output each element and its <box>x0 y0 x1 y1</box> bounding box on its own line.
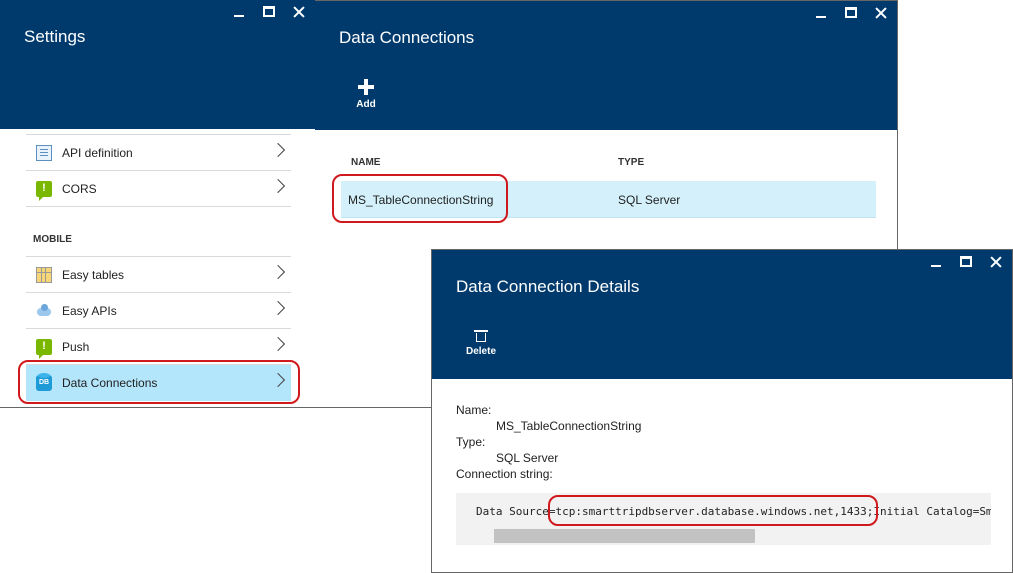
menu-item-easy-apis[interactable]: Easy APIs <box>26 293 291 329</box>
chevron-right-icon <box>270 336 286 352</box>
menu-item-label: Data Connections <box>62 376 158 390</box>
connection-name: MS_TableConnectionString <box>348 193 494 207</box>
api-definition-icon <box>36 145 52 161</box>
data-connection-details-blade: Data Connection Details Delete Name: MS_… <box>431 249 1013 573</box>
maximize-icon[interactable] <box>261 4 277 20</box>
cors-icon <box>36 181 52 201</box>
close-icon[interactable] <box>291 4 307 20</box>
details-header: Data Connection Details Delete <box>432 250 1012 379</box>
name-value: MS_TableConnectionString <box>496 419 642 433</box>
connections-header: Data Connections Add <box>315 1 897 130</box>
menu-item-push[interactable]: Push <box>26 329 291 365</box>
connection-type: SQL Server <box>618 193 681 207</box>
chevron-right-icon <box>270 264 286 280</box>
settings-blade: Settings API definition CORS MOBILE Easy… <box>0 0 316 408</box>
database-icon <box>36 373 52 391</box>
name-label: Name: <box>456 403 492 417</box>
menu-item-label: API definition <box>62 146 133 160</box>
section-header-mobile: MOBILE <box>26 207 291 257</box>
settings-menu: API definition CORS MOBILE Easy tables E… <box>26 134 291 401</box>
minimize-icon[interactable] <box>813 5 829 21</box>
add-button[interactable]: Add <box>341 79 391 110</box>
column-header-name[interactable]: NAME <box>351 157 380 168</box>
easy-apis-icon <box>36 303 52 319</box>
menu-item-label: Push <box>62 340 90 354</box>
settings-window-controls <box>231 4 307 20</box>
delete-button[interactable]: Delete <box>456 330 506 357</box>
delete-label: Delete <box>465 346 496 357</box>
menu-item-label: CORS <box>62 182 97 196</box>
details-window-controls <box>928 254 1004 270</box>
menu-item-label: Easy APIs <box>62 304 117 318</box>
horizontal-scrollbar-thumb[interactable] <box>494 529 755 543</box>
close-icon[interactable] <box>988 254 1004 270</box>
chevron-right-icon <box>270 178 286 194</box>
settings-title: Settings <box>24 27 86 46</box>
menu-item-label: Easy tables <box>62 268 125 282</box>
menu-item-data-connections[interactable]: Data Connections <box>26 365 291 401</box>
menu-item-easy-tables[interactable]: Easy tables <box>26 257 291 293</box>
connections-window-controls <box>813 5 889 21</box>
maximize-icon[interactable] <box>958 254 974 270</box>
chevron-right-icon <box>270 372 286 388</box>
easy-tables-icon <box>36 267 52 283</box>
trash-icon <box>474 330 488 342</box>
type-value: SQL Server <box>496 451 559 465</box>
section-label: MOBILE <box>33 234 72 245</box>
type-label: Type: <box>456 435 486 449</box>
connection-string-value: Data Source=tcp:smarttripdbserver.databa… <box>476 505 991 518</box>
details-title: Data Connection Details <box>456 277 640 296</box>
table-row[interactable]: MS_TableConnectionString SQL Server <box>341 181 876 218</box>
menu-item-api-definition[interactable]: API definition <box>26 134 291 171</box>
chevron-right-icon <box>270 142 286 158</box>
close-icon[interactable] <box>873 5 889 21</box>
maximize-icon[interactable] <box>843 5 859 21</box>
column-header-type[interactable]: TYPE <box>618 157 644 168</box>
minimize-icon[interactable] <box>928 254 944 270</box>
minimize-icon[interactable] <box>231 4 247 20</box>
settings-header: Settings <box>0 0 315 129</box>
menu-item-cors[interactable]: CORS <box>26 171 291 207</box>
connections-title: Data Connections <box>339 28 475 47</box>
plus-icon <box>358 79 374 95</box>
connection-string-label: Connection string: <box>456 467 553 481</box>
chevron-right-icon <box>270 300 286 316</box>
push-icon <box>36 339 52 359</box>
add-label: Add <box>356 99 376 110</box>
connection-string-box[interactable]: Data Source=tcp:smarttripdbserver.databa… <box>456 493 991 545</box>
